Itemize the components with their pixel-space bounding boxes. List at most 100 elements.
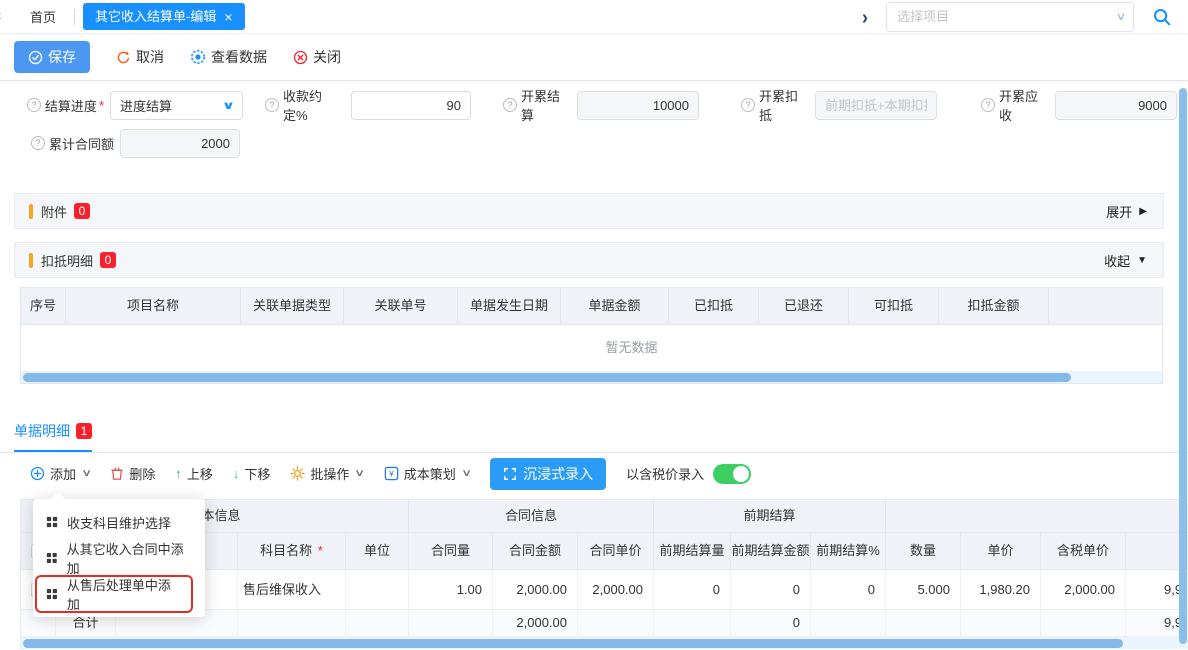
total-empty bbox=[1041, 610, 1126, 636]
chevron-down-icon: ∨ bbox=[461, 468, 472, 479]
total-empty bbox=[409, 610, 493, 636]
col-contract-price: 合同单价 bbox=[578, 533, 654, 569]
total-empty bbox=[886, 610, 961, 636]
chevron-down-icon: ∨ bbox=[355, 468, 366, 479]
cost-plan-icon: ¥ bbox=[384, 466, 399, 481]
settle-progress-select[interactable]: 进度结算 ∨ bbox=[110, 91, 243, 120]
total-prev-amount: 0 bbox=[731, 610, 811, 636]
required-mark: * bbox=[318, 543, 323, 558]
cell-contract-amount: 2,000.00 bbox=[493, 570, 578, 609]
grid-icon bbox=[46, 588, 58, 600]
help-icon: ? bbox=[31, 136, 45, 150]
deduction-title: 扣抵明细 bbox=[41, 251, 93, 270]
tab-active-document[interactable]: 其它收入结算单-编辑 × bbox=[83, 3, 245, 30]
chevron-down-icon: ∨ bbox=[1115, 10, 1126, 23]
grid-icon bbox=[46, 552, 58, 564]
delete-button[interactable]: 删除 bbox=[110, 464, 155, 483]
tab-divider bbox=[74, 9, 75, 25]
cell-prev-qty: 0 bbox=[654, 570, 731, 609]
col-contract-qty: 合同量 bbox=[409, 533, 493, 569]
cell-qty: 5.000 bbox=[886, 570, 961, 609]
col-related-doc-type: 关联单据类型 bbox=[241, 288, 344, 324]
tab-scroll-next-icon[interactable]: › bbox=[862, 6, 868, 27]
cell-contract-qty: 1.00 bbox=[409, 570, 493, 609]
immersive-entry-button[interactable]: 沉浸式录入 bbox=[490, 458, 606, 490]
hscrollbar-thumb[interactable] bbox=[23, 639, 1123, 648]
section-accent-bar bbox=[29, 204, 33, 219]
tab-active-label: 其它收入结算单-编辑 bbox=[95, 3, 216, 30]
attachment-title: 附件 bbox=[41, 202, 67, 221]
col-prev-amount: 前期结算金额 bbox=[731, 533, 811, 569]
detail-count-badge: 1 bbox=[76, 423, 92, 439]
view-data-label: 查看数据 bbox=[211, 47, 267, 67]
menu-item-from-aftersales-order[interactable]: 从售后处理单中添加 bbox=[37, 577, 191, 611]
project-select[interactable]: ∨ bbox=[886, 2, 1134, 32]
arrow-up-icon: ↑ bbox=[175, 466, 182, 481]
move-up-button[interactable]: ↑ 上移 bbox=[175, 464, 213, 483]
cancel-button[interactable]: 取消 bbox=[116, 47, 164, 67]
cell-contract-price: 2,000.00 bbox=[578, 570, 654, 609]
tax-entry-toggle[interactable] bbox=[713, 464, 751, 484]
accum-receivable-input bbox=[1055, 91, 1177, 120]
action-toolbar: 保存 取消 查看数据 关闭 bbox=[0, 34, 1188, 81]
vertical-scrollbar-thumb[interactable] bbox=[1179, 88, 1187, 644]
search-icon[interactable] bbox=[1152, 7, 1172, 27]
save-label: 保存 bbox=[48, 47, 76, 67]
col-deducted: 已扣抵 bbox=[669, 288, 759, 324]
total-empty bbox=[346, 610, 409, 636]
tab-list-collapse-icon[interactable]: « bbox=[0, 7, 1, 24]
total-empty bbox=[578, 610, 654, 636]
tab-home[interactable]: 首页 bbox=[20, 7, 66, 26]
group-current bbox=[886, 500, 1188, 532]
view-data-button[interactable]: 查看数据 bbox=[190, 47, 267, 67]
empty-data-text: 暂无数据 bbox=[21, 325, 1162, 371]
deduction-count-badge: 0 bbox=[100, 252, 116, 268]
tab-close-icon[interactable]: × bbox=[224, 10, 232, 24]
cell-prev-pct: 0 bbox=[811, 570, 886, 609]
tax-entry-label: 以含税价录入 bbox=[626, 464, 704, 483]
total-empty bbox=[238, 610, 346, 636]
cell-tax-price: 2,000.00 bbox=[1041, 570, 1126, 609]
batch-ops-button[interactable]: 批操作 ∨ bbox=[290, 464, 363, 483]
menu-item-from-other-income-contract[interactable]: 从其它收入合同中添加 bbox=[33, 540, 205, 576]
col-project-name: 项目名称 bbox=[66, 288, 241, 324]
col-unit: 单位 bbox=[346, 533, 409, 569]
chevron-down-icon: ∨ bbox=[222, 99, 235, 112]
deduction-collapse-toggle[interactable]: 收起 ▼ bbox=[1104, 251, 1147, 270]
immersive-label: 沉浸式录入 bbox=[523, 464, 593, 484]
help-icon: ? bbox=[741, 98, 755, 112]
payment-pct-input[interactable] bbox=[351, 91, 471, 120]
deduction-table-hscrollbar[interactable] bbox=[21, 371, 1162, 383]
col-prev-pct: 前期结算% bbox=[811, 533, 886, 569]
settle-progress-label: ? 结算进度 * bbox=[14, 96, 110, 115]
col-doc-amount: 单据金额 bbox=[561, 288, 669, 324]
deduction-table: 序号 项目名称 关联单据类型 关联单号 单据发生日期 单据金额 已扣抵 已退还 … bbox=[20, 287, 1163, 384]
arrow-down-icon: ↓ bbox=[233, 466, 240, 481]
project-select-input[interactable] bbox=[897, 9, 1117, 24]
col-qty: 数量 bbox=[886, 533, 961, 569]
fullscreen-brackets-icon bbox=[503, 467, 517, 481]
caret-right-icon: ▶ bbox=[1139, 206, 1147, 217]
col-contract-amount: 合同金额 bbox=[493, 533, 578, 569]
tab-detail-lines[interactable]: 单据明细 1 bbox=[14, 421, 92, 452]
detail-table-hscrollbar[interactable] bbox=[21, 637, 1188, 649]
close-circle-icon bbox=[293, 50, 308, 65]
check-circle-icon bbox=[28, 50, 43, 65]
group-prev-settlement: 前期结算 bbox=[654, 500, 886, 532]
accum-receivable-label: ? 开累应收 bbox=[981, 86, 1055, 124]
attachment-expand-toggle[interactable]: 展开 ▶ bbox=[1106, 202, 1147, 221]
deduction-section-bar: 扣抵明细 0 收起 ▼ bbox=[14, 242, 1164, 278]
close-button[interactable]: 关闭 bbox=[293, 47, 341, 67]
col-seq: 序号 bbox=[21, 288, 66, 324]
accum-deduct-label: ? 开累扣抵 bbox=[741, 86, 815, 124]
total-empty bbox=[654, 610, 731, 636]
move-down-button[interactable]: ↓ 下移 bbox=[233, 464, 271, 483]
cell-prev-amount: 0 bbox=[731, 570, 811, 609]
accum-contract-label: ? 累计合同额 bbox=[14, 134, 120, 153]
add-button[interactable]: 添加 ∨ bbox=[30, 464, 90, 483]
save-button[interactable]: 保存 bbox=[14, 41, 90, 73]
hscrollbar-thumb[interactable] bbox=[23, 373, 1071, 382]
cost-plan-button[interactable]: ¥ 成本策划 ∨ bbox=[384, 464, 470, 483]
section-accent-bar bbox=[29, 253, 33, 268]
menu-item-subject-maintain[interactable]: 收支科目维护选择 bbox=[33, 504, 205, 540]
